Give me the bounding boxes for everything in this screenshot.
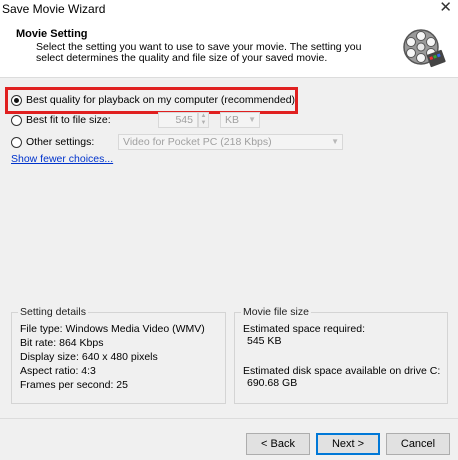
chevron-down-icon: ▼ [331, 137, 339, 146]
page-description: Select the setting you want to use to sa… [36, 41, 362, 64]
frames-per-second-line: Frames per second: 25 [20, 379, 128, 391]
wizard-header: Movie Setting Select the setting you wan… [0, 18, 458, 78]
setting-details-title: Setting details [18, 306, 88, 318]
spin-up-icon[interactable]: ▲ [199, 113, 208, 120]
disk-space-value: 690.68 GB [247, 377, 298, 389]
setting-details-group: Setting details File type: Windows Media… [11, 306, 226, 404]
window-title: Save Movie Wizard [2, 2, 106, 16]
display-size-line: Display size: 640 x 480 pixels [20, 351, 158, 363]
other-settings-value: Video for Pocket PC (218 Kbps) [123, 136, 272, 148]
back-button[interactable]: < Back [246, 433, 310, 455]
cancel-button[interactable]: Cancel [386, 433, 450, 455]
file-size-spinner[interactable]: ▲ ▼ [198, 112, 209, 128]
bit-rate-line: Bit rate: 864 Kbps [20, 337, 104, 349]
file-type-line: File type: Windows Media Video (WMV) [20, 323, 205, 335]
show-fewer-choices-link[interactable]: Show fewer choices... [11, 153, 113, 165]
movie-file-size-title: Movie file size [241, 306, 311, 318]
size-unit-value: KB [225, 114, 240, 126]
chevron-down-icon: ▼ [248, 115, 256, 124]
other-settings-radio[interactable] [11, 137, 22, 148]
best-fit-label[interactable]: Best fit to file size: [26, 114, 111, 126]
other-settings-select[interactable]: Video for Pocket PC (218 Kbps) ▼ [118, 134, 343, 150]
movie-file-size-group: Movie file size Estimated space required… [234, 306, 448, 404]
space-required-label: Estimated space required: [243, 323, 365, 335]
close-icon[interactable]: ✕ [439, 0, 452, 17]
space-required-value: 545 KB [247, 335, 282, 347]
file-size-input[interactable]: 545 [158, 112, 198, 128]
next-button[interactable]: Next > [316, 433, 380, 455]
film-reel-icon [400, 24, 446, 70]
highlight-box [5, 87, 298, 114]
aspect-ratio-line: Aspect ratio: 4:3 [20, 365, 96, 377]
size-unit-select[interactable]: KB ▼ [220, 112, 260, 128]
other-settings-label[interactable]: Other settings: [26, 136, 94, 148]
spin-down-icon[interactable]: ▼ [199, 120, 208, 127]
disk-space-label: Estimated disk space available on drive … [243, 365, 441, 377]
best-fit-radio[interactable] [11, 115, 22, 126]
title-bar: Save Movie Wizard ✕ [0, 0, 458, 18]
button-bar: < Back Next > Cancel [0, 418, 458, 460]
page-title: Movie Setting [16, 28, 88, 40]
